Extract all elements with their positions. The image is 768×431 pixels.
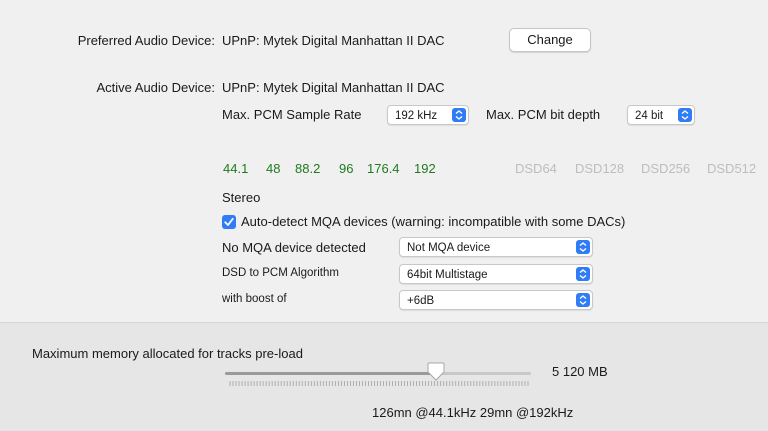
- mqa-autodetect-checkbox[interactable]: [222, 215, 236, 229]
- active-device-label: Active Audio Device:: [96, 80, 215, 95]
- bit-depth-value: 24 bit: [635, 110, 664, 122]
- checkmark-icon: [224, 217, 234, 226]
- active-device-value: UPnP: Mytek Digital Manhattan II DAC: [222, 80, 445, 95]
- change-device-button[interactable]: Change: [509, 28, 591, 52]
- bit-depth-select[interactable]: 24 bit: [627, 105, 695, 125]
- mqa-status-label: No MQA device detected: [222, 240, 366, 255]
- boost-label: with boost of: [222, 293, 287, 305]
- max-sample-rate-label: Max. PCM Sample Rate: [222, 107, 362, 122]
- dsd-to-pcm-select[interactable]: 64bit Multistage: [399, 264, 593, 284]
- mqa-device-select[interactable]: Not MQA device: [399, 237, 593, 257]
- rate-48: 48: [266, 161, 281, 176]
- chevron-updown-icon: [452, 108, 466, 122]
- rate-192: 192: [414, 161, 436, 176]
- channels-label: Stereo: [222, 190, 261, 205]
- max-bit-depth-label: Max. PCM bit depth: [486, 107, 601, 122]
- dsd-to-pcm-value: 64bit Multistage: [407, 269, 488, 281]
- sample-rate-value: 192 kHz: [395, 110, 438, 122]
- memory-slider-track[interactable]: [225, 372, 531, 375]
- boost-select[interactable]: +6dB: [399, 290, 593, 310]
- memory-slider-ticks: [229, 381, 529, 386]
- memory-value: 5 120 MB: [552, 364, 608, 379]
- preferred-device-value: UPnP: Mytek Digital Manhattan II DAC: [222, 33, 445, 48]
- rate-88-2: 88.2: [295, 161, 321, 176]
- dsd512-indicator: DSD512: [707, 161, 757, 176]
- chevron-updown-icon: [576, 240, 590, 254]
- boost-value: +6dB: [407, 295, 435, 307]
- preferred-device-label: Preferred Audio Device:: [77, 33, 215, 48]
- dsd64-indicator: DSD64: [515, 161, 557, 176]
- mqa-device-value: Not MQA device: [407, 242, 491, 254]
- dsd128-indicator: DSD128: [575, 161, 625, 176]
- mqa-autodetect-label: Auto-detect MQA devices (warning: incomp…: [241, 214, 626, 229]
- chevron-updown-icon: [576, 267, 590, 281]
- memory-slider-fill: [225, 372, 437, 375]
- rate-96: 96: [339, 161, 354, 176]
- memory-label: Maximum memory allocated for tracks pre-…: [32, 346, 303, 361]
- chevron-updown-icon: [678, 108, 692, 122]
- memory-slider-thumb[interactable]: [427, 362, 445, 382]
- dsd-to-pcm-label: DSD to PCM Algorithm: [222, 267, 339, 279]
- dsd256-indicator: DSD256: [641, 161, 691, 176]
- chevron-updown-icon: [576, 293, 590, 307]
- sample-rate-select[interactable]: 192 kHz: [387, 105, 469, 125]
- rate-44-1: 44.1: [223, 161, 249, 176]
- memory-durations: 126mn @44.1kHz 29mn @192kHz: [372, 405, 574, 420]
- rate-176-4: 176.4: [367, 161, 400, 176]
